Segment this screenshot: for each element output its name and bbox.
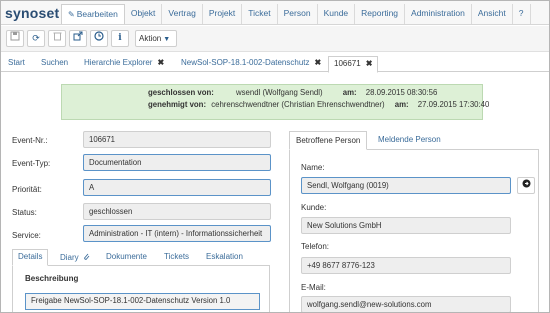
tab-eskalation[interactable]: Eskalation bbox=[206, 252, 243, 261]
closed-label: geschlossen von: bbox=[148, 88, 214, 97]
name-label: Name: bbox=[301, 163, 325, 172]
approved-by-line: genehmigt von: cehrenschwendtner (Christ… bbox=[148, 100, 489, 109]
approved-label: genehmigt von: bbox=[148, 100, 207, 109]
tab-datenschutz[interactable]: NewSol-SOP-18.1-002-Datenschutz ✖ bbox=[181, 56, 321, 72]
toolbar: ⟳ i Aktion ▼ bbox=[1, 26, 549, 52]
description-label: Beschreibung bbox=[25, 274, 79, 283]
event-nr-label: Event-Nr.: bbox=[12, 136, 48, 145]
event-type-field[interactable]: Documentation bbox=[83, 154, 271, 171]
tab-label: Diary bbox=[60, 253, 79, 262]
tab-tickets[interactable]: Tickets bbox=[164, 252, 189, 261]
save-icon[interactable] bbox=[6, 30, 24, 47]
history-icon[interactable] bbox=[90, 30, 108, 47]
priority-field[interactable]: A bbox=[83, 179, 271, 196]
menu-bar: synoset ✎ Bearbeiten Objekt Vertrag Proje… bbox=[1, 1, 549, 25]
tab-label: 106671 bbox=[334, 59, 361, 68]
tab-label: Suchen bbox=[41, 58, 69, 67]
customer-label: Kunde: bbox=[301, 203, 327, 212]
info-icon[interactable]: i bbox=[111, 30, 129, 47]
tab-suchen[interactable]: Suchen bbox=[41, 56, 68, 72]
name-field[interactable]: Sendl, Wolfgang (0019) bbox=[301, 177, 511, 194]
tab-dokumente[interactable]: Dokumente bbox=[106, 252, 147, 261]
menu-item-projekt[interactable]: Projekt bbox=[203, 4, 243, 24]
app-logo: synoset bbox=[5, 5, 60, 21]
menu-item-bearbeiten[interactable]: ✎ Bearbeiten bbox=[61, 4, 125, 24]
menu-item-reporting[interactable]: Reporting bbox=[355, 4, 406, 24]
phone-field[interactable]: +49 8677 8776-123 bbox=[301, 257, 511, 274]
service-label: Service: bbox=[12, 231, 41, 240]
tab-reporting-person[interactable]: Meldende Person bbox=[378, 135, 441, 144]
go-arrow-button[interactable] bbox=[517, 177, 535, 194]
email-field[interactable]: wolfgang.sendl@new-solutions.com bbox=[301, 296, 511, 312]
tab-diary[interactable]: Diary bbox=[60, 252, 90, 262]
tab-bar: Start Suchen Hierarchie Explorer ✖ NewSol… bbox=[1, 53, 549, 73]
tab-affected-person[interactable]: Betroffene Person bbox=[289, 131, 368, 150]
approved-am-label: am: bbox=[394, 100, 409, 109]
delete-icon[interactable] bbox=[48, 30, 66, 47]
closed-at: 28.09.2015 08:30:56 bbox=[365, 88, 438, 97]
tab-details[interactable]: Details bbox=[12, 249, 49, 266]
export-icon[interactable] bbox=[69, 30, 87, 47]
status-label: Status: bbox=[12, 208, 37, 217]
event-nr-field[interactable]: 106671 bbox=[83, 131, 271, 148]
menu-item-help[interactable]: ? bbox=[513, 4, 531, 24]
arrow-right-icon bbox=[522, 179, 530, 188]
closed-by: wsendl (Wolfgang Sendl) bbox=[236, 88, 323, 97]
paperclip-icon bbox=[83, 253, 90, 262]
menu-item-ticket[interactable]: Ticket bbox=[242, 4, 278, 24]
menu-item-label: Bearbeiten bbox=[76, 9, 118, 19]
menu-item-ansicht[interactable]: Ansicht bbox=[472, 4, 513, 24]
priority-label: Priorität: bbox=[12, 185, 42, 194]
refresh-icon[interactable]: ⟳ bbox=[27, 30, 45, 47]
action-dropdown[interactable]: Aktion ▼ bbox=[135, 30, 177, 47]
close-icon[interactable]: ✖ bbox=[157, 58, 164, 67]
person-tabs: Betroffene Person Meldende Person bbox=[289, 131, 539, 150]
approved-at: 27.09.2015 17:30:40 bbox=[417, 100, 490, 109]
chevron-down-icon: ▼ bbox=[163, 36, 171, 43]
tab-label: Hierarchie Explorer bbox=[84, 58, 153, 67]
menu-item-administration[interactable]: Administration bbox=[405, 4, 472, 24]
tab-label: NewSol-SOP-18.1-002-Datenschutz bbox=[181, 58, 310, 67]
tab-label: Start bbox=[8, 58, 25, 67]
approved-by: cehrenschwendtner (Christian Ehrenschwen… bbox=[211, 100, 385, 109]
menu-item-person[interactable]: Person bbox=[278, 4, 318, 24]
menu-item-kunde[interactable]: Kunde bbox=[318, 4, 356, 24]
main-menu: ✎ Bearbeiten Objekt Vertrag Projekt Ticke… bbox=[61, 4, 531, 24]
edit-icon: ✎ bbox=[68, 10, 75, 19]
menu-item-vertrag[interactable]: Vertrag bbox=[162, 4, 203, 24]
phone-label: Telefon: bbox=[301, 242, 330, 251]
close-icon[interactable]: ✖ bbox=[366, 59, 373, 68]
closed-am-label: am: bbox=[342, 88, 357, 97]
action-label: Aktion bbox=[139, 34, 162, 43]
menu-item-objekt[interactable]: Objekt bbox=[125, 4, 163, 24]
tab-start[interactable]: Start bbox=[8, 56, 25, 72]
email-label: E-Mail: bbox=[301, 283, 326, 292]
status-field[interactable]: geschlossen bbox=[83, 203, 271, 220]
closed-by-line: geschlossen von: wsendl (Wolfgang Sendl)… bbox=[148, 88, 437, 97]
detail-tabs: Details Diary Dokumente Tickets Eskalati… bbox=[12, 249, 270, 266]
close-icon[interactable]: ✖ bbox=[315, 58, 322, 67]
customer-field[interactable]: New Solutions GmbH bbox=[301, 217, 511, 234]
description-field[interactable]: Freigabe NewSol-SOP-18.1-002-Datenschutz… bbox=[25, 293, 260, 310]
tab-hierarchie-explorer[interactable]: Hierarchie Explorer ✖ bbox=[84, 56, 164, 72]
event-type-label: Event-Typ: bbox=[12, 159, 51, 168]
tab-106671[interactable]: 106671 ✖ bbox=[328, 56, 379, 73]
app-window: synoset ✎ Bearbeiten Objekt Vertrag Proje… bbox=[0, 0, 550, 313]
service-field[interactable]: Administration - IT (intern) - Informati… bbox=[83, 225, 271, 242]
